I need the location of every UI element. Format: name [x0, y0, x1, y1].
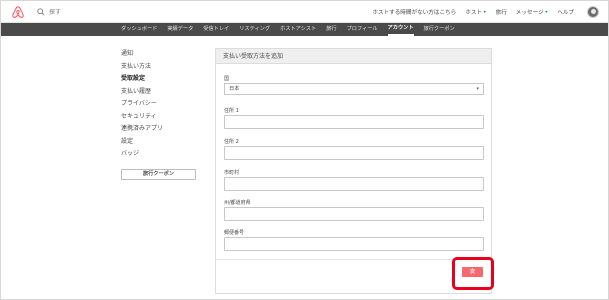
header-link-host[interactable]: ホスト•	[465, 8, 486, 16]
nav-item-stats[interactable]: 実績データ	[167, 23, 193, 36]
header-link-help[interactable]: ヘルプ	[557, 8, 574, 16]
travel-coupon-button[interactable]: 旅行クーポン	[121, 169, 196, 180]
form-title: 支払い受取方法を追加	[216, 49, 491, 64]
header-link-label: ホスト	[465, 10, 483, 16]
sidebar-item-security[interactable]: セキュリティ	[121, 111, 201, 124]
postal-code-field: 郵便番号	[224, 229, 484, 251]
sidebar-item-badges[interactable]: バッジ	[121, 148, 201, 161]
address2-field: 住所 2	[224, 138, 484, 160]
nav-item-profile[interactable]: プロフィール	[347, 23, 378, 36]
header-link-trips[interactable]: 旅行	[496, 8, 507, 16]
address1-input[interactable]	[224, 115, 484, 129]
search-icon	[37, 8, 45, 16]
search-bar[interactable]	[37, 6, 169, 18]
sidebar-item-connected-apps[interactable]: 連携済みアプリ	[121, 123, 201, 136]
account-sidebar: 通知 支払い方法 受取設定 支払い履歴 プライバシー セキュリティ 連携済みアプ…	[121, 48, 201, 180]
airbnb-logo-icon[interactable]	[11, 5, 25, 19]
address1-field: 住所 1	[224, 107, 484, 129]
address2-input[interactable]	[224, 146, 484, 160]
sidebar-item-payout-preferences[interactable]: 受取設定	[121, 73, 201, 86]
address1-label: 住所 1	[224, 108, 239, 114]
form-footer-divider	[216, 259, 491, 260]
search-input[interactable]	[49, 8, 169, 16]
nav-item-travel-coupon[interactable]: 旅行クーポン	[424, 23, 455, 36]
nav-item-inbox[interactable]: 受信トレイ	[203, 23, 229, 36]
nav-item-dashboard[interactable]: ダッシュボード	[121, 23, 157, 36]
notification-dot-icon: •	[544, 9, 549, 16]
payout-method-form: 支払い受取方法を追加 国 日本 ▾ 住所 1 住所 2 市町村 州/都道府県 郵…	[215, 48, 492, 294]
city-input[interactable]	[224, 177, 484, 191]
sidebar-item-settings[interactable]: 設定	[121, 136, 201, 149]
country-field: 国 日本 ▾	[224, 75, 484, 95]
prefecture-input[interactable]	[224, 207, 484, 221]
country-select-value: 日本	[229, 86, 240, 92]
sidebar-item-payment-methods[interactable]: 支払い方法	[121, 61, 201, 74]
header-link-messages[interactable]: メッセージ•	[516, 8, 548, 16]
country-label: 国	[224, 76, 230, 82]
sidebar-item-privacy[interactable]: プライバシー	[121, 98, 201, 111]
prefecture-field: 州/都道府県	[224, 199, 484, 221]
account-nav-bar: ダッシュボード 実績データ 受信トレイ リスティング ホストアシスト 旅行 プロ…	[1, 23, 608, 36]
top-header: ホストする時間がない方はこちら ホスト• 旅行 メッセージ• ヘルプ	[1, 1, 608, 23]
app-window: ホストする時間がない方はこちら ホスト• 旅行 メッセージ• ヘルプ ダッシュボ…	[0, 0, 609, 300]
address2-label: 住所 2	[224, 139, 239, 145]
sidebar-item-transaction-history[interactable]: 支払い履歴	[121, 86, 201, 99]
header-links: ホストする時間がない方はこちら ホスト• 旅行 メッセージ• ヘルプ	[372, 8, 574, 16]
nav-item-trips[interactable]: 旅行	[326, 23, 336, 36]
sidebar-item-notifications[interactable]: 通知	[121, 48, 201, 61]
nav-item-listings[interactable]: リスティング	[239, 23, 270, 36]
city-label: 市町村	[224, 170, 240, 176]
header-link-label: メッセージ	[515, 10, 544, 16]
notification-dot-icon: •	[483, 9, 487, 16]
postal-code-input[interactable]	[224, 237, 484, 251]
highlight-box	[452, 257, 494, 290]
header-link-label: 旅行	[495, 10, 507, 16]
user-avatar[interactable]	[587, 6, 599, 18]
postal-code-label: 郵便番号	[224, 230, 245, 236]
prefecture-label: 州/都道府県	[224, 200, 251, 206]
header-link-host-help[interactable]: ホストする時間がない方はこちら	[372, 8, 456, 16]
chevron-down-icon: ▾	[476, 86, 479, 92]
header-link-label: ホストする時間がない方はこちら	[372, 10, 457, 16]
city-field: 市町村	[224, 169, 484, 191]
nav-item-account[interactable]: アカウント	[387, 23, 414, 36]
header-link-label: ヘルプ	[557, 10, 574, 16]
country-select[interactable]: 日本 ▾	[224, 83, 484, 95]
nav-item-host-assist[interactable]: ホストアシスト	[280, 23, 316, 36]
